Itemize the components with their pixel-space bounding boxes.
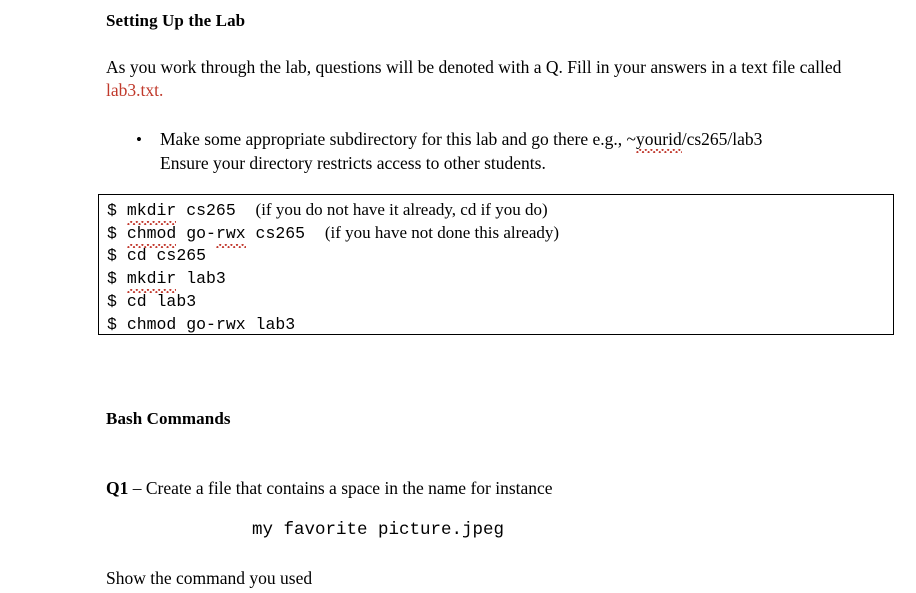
code-line: $ mkdir cs265 (if you do not have it alr… — [107, 198, 548, 225]
code-comment: (if you do not have it already, cd if yo… — [255, 200, 548, 219]
section-heading-bash-commands: Bash Commands — [106, 409, 231, 428]
code-comment: (if you have not done this already) — [324, 223, 560, 242]
section-heading-setting-up-the-lab: Setting Up the Lab — [106, 11, 246, 30]
code-line: $ cd lab3 — [107, 290, 196, 313]
command-args: cs265 — [146, 246, 207, 265]
code-block-container: $ mkdir cs265 (if you do not have it alr… — [98, 194, 894, 335]
command-args: lab3 — [176, 269, 226, 288]
command-name: cd — [126, 246, 147, 265]
question-label: Q1 — [106, 478, 129, 498]
command-name: mkdir — [126, 267, 176, 293]
list-item-line1-after: /cs265/lab3 — [681, 129, 763, 149]
command-args: go- — [176, 224, 216, 243]
misspelled-word-rwx: rwx — [216, 313, 246, 334]
command-name: mkdir — [126, 199, 176, 225]
command-args-tail: lab3 — [245, 315, 296, 334]
code-line: $ cd cs265 — [107, 244, 206, 267]
question-q1: Q1 – Create a file that contains a space… — [106, 477, 876, 500]
code-line: $ mkdir lab3 — [107, 267, 226, 293]
shell-prompt: $ — [107, 292, 127, 311]
list-item: • Make some appropriate subdirectory for… — [132, 128, 872, 175]
intro-paragraph: As you work through the lab, questions w… — [106, 56, 874, 102]
code-line: $ chmod go-rwx lab3 — [107, 313, 296, 334]
shell-prompt: $ — [107, 246, 127, 265]
command-name: chmod — [126, 222, 176, 248]
misspelled-word-yourid: yourid — [636, 128, 682, 153]
document-page: Setting Up the Lab As you work through t… — [0, 0, 916, 593]
shell-prompt: $ — [107, 315, 127, 334]
closing-instruction: Show the command you used — [106, 568, 313, 588]
lab3-txt-filename: lab3.txt. — [106, 80, 164, 100]
intro-paragraph-text: As you work through the lab, questions w… — [106, 57, 842, 77]
command-name: cd — [126, 292, 147, 311]
bullet-point-icon: • — [136, 130, 142, 149]
command-args: lab3 — [146, 292, 197, 311]
command-args: cs265 — [176, 201, 256, 220]
command-args-tail: cs265 — [245, 224, 325, 243]
command-name: chmod — [127, 313, 177, 334]
shell-prompt: $ — [107, 201, 127, 220]
bullet-list: • Make some appropriate subdirectory for… — [132, 128, 872, 175]
shell-prompt: $ — [107, 269, 127, 288]
monospace-filename-example: my favorite picture.jpeg — [252, 520, 505, 540]
list-item-text: Make some appropriate subdirectory for t… — [160, 128, 872, 175]
command-args: go- — [176, 315, 216, 334]
question-text: – Create a file that contains a space in… — [128, 478, 553, 498]
misspelled-word-rwx: rwx — [215, 222, 246, 248]
code-line: $ chmod go-rwx cs265 (if you have not do… — [107, 221, 560, 248]
list-item-line2: Ensure your directory restricts access t… — [160, 153, 546, 173]
list-item-line1-before: Make some appropriate subdirectory for t… — [160, 129, 636, 149]
shell-prompt: $ — [107, 224, 127, 243]
